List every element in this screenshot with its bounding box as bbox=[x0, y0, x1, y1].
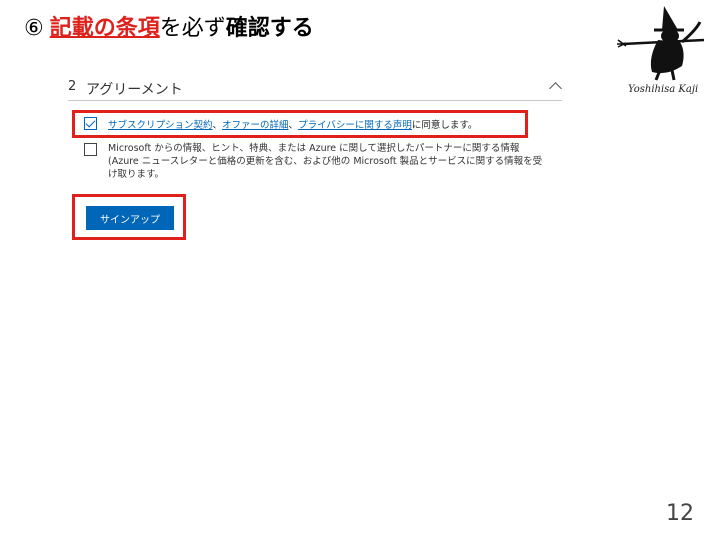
optin-checkbox[interactable] bbox=[84, 143, 97, 156]
title-highlight-terms: 記載の条項 bbox=[49, 16, 160, 41]
agreement-section-header[interactable]: 2 アグリーメント bbox=[68, 76, 562, 101]
slide-title: ⑥ 記載の条項を必ず確認する bbox=[24, 10, 314, 42]
title-particle: を bbox=[159, 16, 182, 41]
page-number: 12 bbox=[666, 501, 694, 526]
optin-text: Microsoft からの情報、ヒント、特典、または Azure に関して選択し… bbox=[108, 143, 543, 180]
title-confirm: 確認する bbox=[225, 16, 314, 41]
chevron-up-icon[interactable] bbox=[549, 82, 562, 95]
step-number: 2 bbox=[68, 79, 77, 94]
section-title: アグリーメント bbox=[86, 82, 183, 98]
title-step-number: ⑥ bbox=[24, 16, 44, 41]
agreement-highlight-box bbox=[72, 110, 528, 138]
signup-highlight-box bbox=[72, 194, 186, 240]
logo-signature: Yoshihisa Kaji bbox=[628, 84, 699, 95]
title-must: 必ず bbox=[181, 16, 226, 41]
